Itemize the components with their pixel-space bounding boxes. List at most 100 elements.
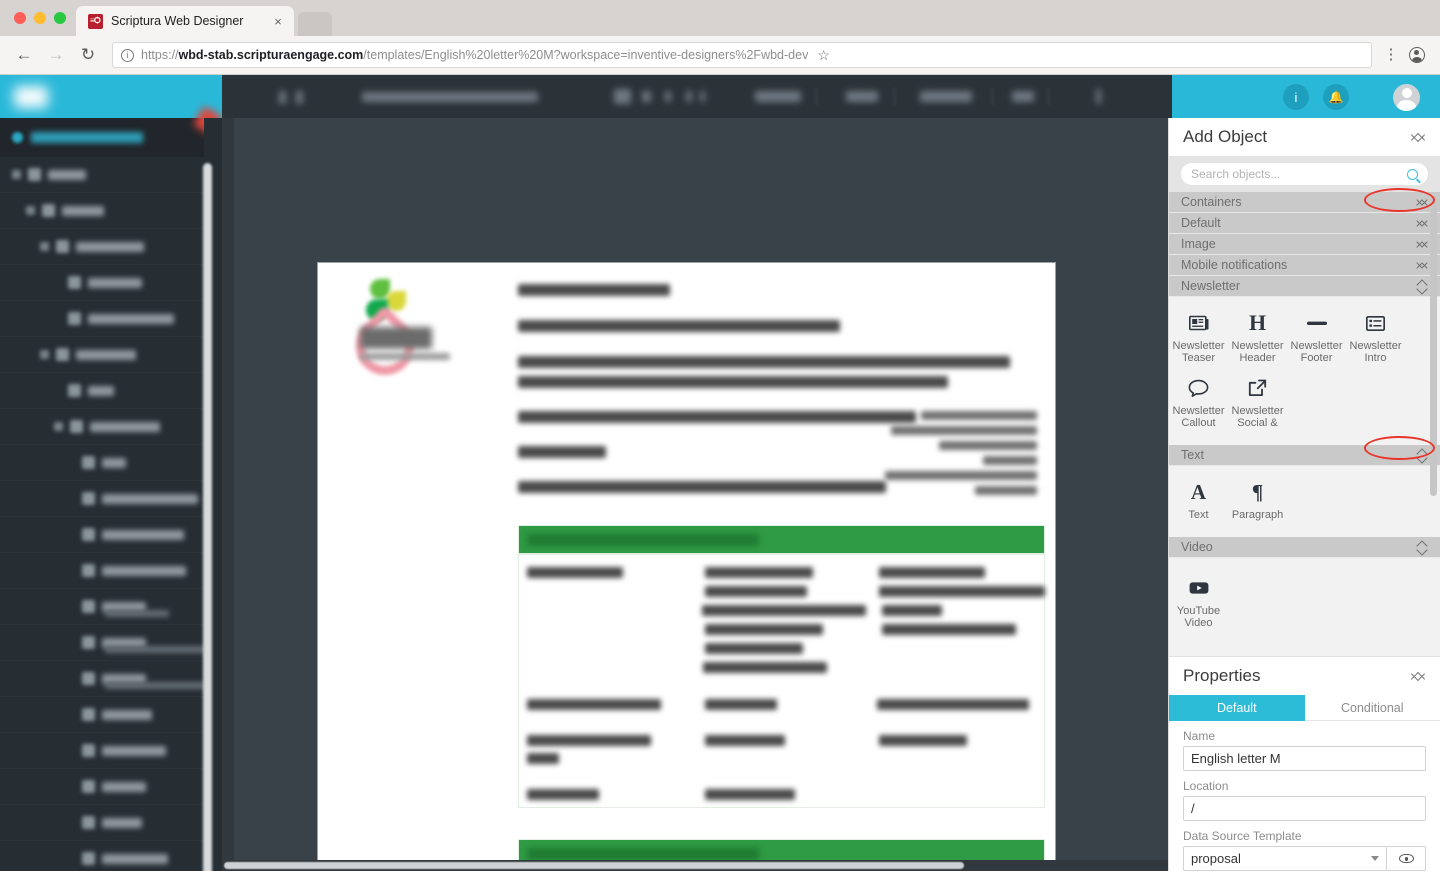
undo-icon[interactable] (279, 91, 286, 104)
object-newsletter-teaser[interactable]: Newsletter Teaser (1169, 307, 1228, 372)
grid-icon[interactable] (665, 91, 671, 102)
object-youtube-video[interactable]: YouTube Video (1169, 572, 1228, 637)
tree-item[interactable] (0, 265, 222, 301)
letter-body[interactable] (518, 277, 1045, 493)
star-icon[interactable]: ☆ (815, 47, 832, 64)
breadcrumb-path[interactable] (362, 92, 538, 102)
sort-chevron-icon[interactable] (1417, 196, 1428, 209)
device-preview-icon[interactable] (614, 89, 631, 104)
object-newsletter-intro[interactable]: Newsletter Intro (1346, 307, 1405, 372)
tree-item[interactable] (0, 481, 222, 517)
data-source-template-select[interactable]: proposal (1183, 846, 1387, 871)
tree-item[interactable] (0, 733, 222, 769)
search-objects-box[interactable] (1181, 163, 1428, 185)
maximize-window-button[interactable] (54, 12, 66, 24)
accordion-section-image[interactable]: Image (1169, 234, 1440, 255)
accordion-section-default[interactable]: Default (1169, 213, 1440, 234)
new-tab-button[interactable] (298, 12, 332, 36)
tree-item[interactable] (0, 553, 222, 589)
object-accordion[interactable]: Containers Default Image Mobile notifica… (1169, 192, 1440, 656)
sort-chevron-icon[interactable] (1417, 238, 1428, 251)
accordion-section-video[interactable]: Video (1169, 537, 1440, 558)
close-tab-button[interactable]: × (270, 14, 286, 29)
object-text[interactable]: A Text (1169, 476, 1228, 529)
tree-item[interactable] (0, 805, 222, 841)
tree-item[interactable] (0, 589, 222, 625)
tree-item[interactable] (0, 517, 222, 553)
help-button[interactable] (1012, 91, 1034, 102)
object-newsletter-header[interactable]: H Newsletter Header (1228, 307, 1287, 372)
chevron-down-icon[interactable] (54, 422, 63, 431)
sidebar-template-title[interactable] (0, 105, 224, 157)
object-newsletter-callout[interactable]: Newsletter Callout (1169, 372, 1228, 437)
collapse-chevron-icon[interactable] (1417, 280, 1428, 293)
design-canvas[interactable] (222, 118, 1168, 871)
collapse-icon[interactable] (1410, 668, 1426, 684)
tree-item[interactable] (0, 373, 222, 409)
close-window-button[interactable] (14, 12, 26, 24)
scrollbar-thumb[interactable] (224, 862, 964, 869)
sort-chevron-icon[interactable] (1417, 217, 1428, 230)
tab-default[interactable]: Default (1169, 695, 1305, 721)
object-paragraph[interactable]: ¶ Paragraph (1228, 476, 1287, 529)
tree-item[interactable] (0, 229, 222, 265)
chevron-down-icon[interactable] (40, 350, 49, 359)
document-preview[interactable] (318, 263, 1055, 871)
accordion-section-text[interactable]: Text (1169, 445, 1440, 466)
layout-icon[interactable] (642, 91, 651, 102)
tree-item[interactable] (0, 157, 222, 193)
app-logo-icon[interactable] (14, 86, 48, 108)
window-controls[interactable] (10, 0, 76, 36)
browser-profile-button[interactable] (1404, 42, 1430, 68)
preview-button[interactable] (755, 91, 801, 102)
browser-menu-icon[interactable]: ⋮ (1382, 47, 1400, 62)
location-input[interactable] (1183, 796, 1426, 821)
collapse-icon[interactable] (1410, 129, 1426, 145)
notifications-button[interactable]: 🔔 (1323, 84, 1349, 110)
tree-item[interactable] (0, 445, 222, 481)
tree-item[interactable] (0, 337, 222, 373)
tree-item[interactable] (0, 625, 222, 661)
columns-icon[interactable] (686, 91, 692, 102)
chevron-down-icon[interactable] (26, 206, 35, 215)
preview-data-source-button[interactable] (1387, 846, 1426, 871)
reload-button[interactable]: ↻ (74, 41, 102, 69)
accordion-section-newsletter[interactable]: Newsletter (1169, 276, 1440, 297)
user-avatar[interactable] (1393, 84, 1420, 111)
tree-item[interactable] (0, 409, 222, 445)
canvas-horizontal-scrollbar[interactable] (222, 860, 1168, 871)
accordion-section-containers[interactable]: Containers (1169, 192, 1440, 213)
minimize-window-button[interactable] (34, 12, 46, 24)
info-button[interactable]: i (1283, 84, 1309, 110)
accordion-section-mobile-notifications[interactable]: Mobile notifications (1169, 255, 1440, 276)
section-header-bar[interactable] (518, 525, 1045, 554)
browser-tab[interactable]: ≡Ѻ Scriptura Web Designer × (76, 6, 294, 36)
tree-item[interactable] (0, 301, 222, 337)
back-button[interactable]: ← (10, 41, 38, 69)
tree-item[interactable] (0, 193, 222, 229)
collapse-chevron-icon[interactable] (1417, 449, 1428, 462)
tab-conditional[interactable]: Conditional (1304, 695, 1440, 721)
address-bar[interactable]: i https://wbd-stab.scripturaengage.com/t… (112, 42, 1372, 68)
section-table[interactable] (518, 554, 1045, 808)
pages-button[interactable] (846, 91, 878, 102)
collapse-chevron-icon[interactable] (1417, 541, 1428, 554)
tree-item[interactable] (0, 661, 222, 697)
fullwidth-icon[interactable] (700, 91, 705, 102)
chevron-down-icon[interactable] (40, 242, 49, 251)
site-info-icon[interactable]: i (121, 48, 134, 62)
search-input[interactable] (1191, 167, 1407, 181)
object-panel-scrollbar[interactable] (1430, 196, 1437, 496)
sidebar-scrollbar[interactable] (203, 163, 212, 871)
object-newsletter-social[interactable]: Newsletter Social & (1228, 372, 1287, 437)
object-newsletter-footer[interactable]: Newsletter Footer (1287, 307, 1346, 372)
tree-item[interactable] (0, 697, 222, 733)
chevron-down-icon[interactable] (12, 170, 21, 179)
tree-item[interactable] (0, 841, 222, 871)
tree-item[interactable] (0, 769, 222, 805)
search-icon[interactable] (1407, 168, 1418, 180)
redo-icon[interactable] (296, 91, 303, 104)
sort-chevron-icon[interactable] (1417, 259, 1428, 272)
more-options-icon[interactable] (1096, 89, 1101, 104)
name-input[interactable] (1183, 746, 1426, 771)
